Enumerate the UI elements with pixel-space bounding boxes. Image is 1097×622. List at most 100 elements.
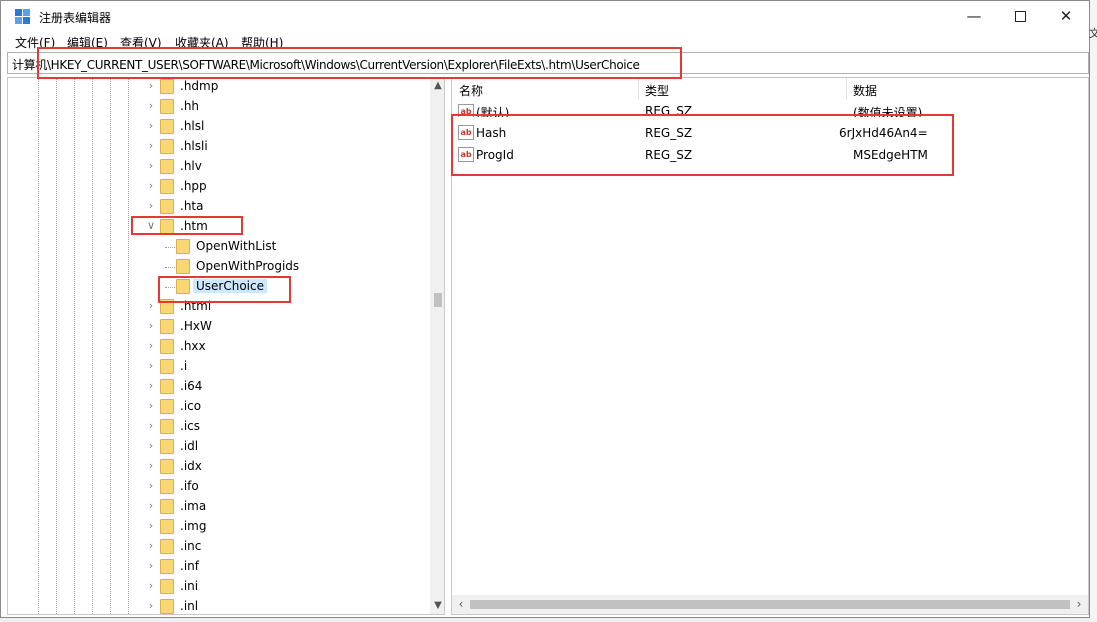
chevron-right-icon[interactable]: ›: [145, 79, 157, 93]
list-horizontal-scrollbar[interactable]: ‹ ›: [452, 595, 1088, 614]
tree-key[interactable]: › .hh: [8, 97, 428, 117]
menu-view[interactable]: 查看(V): [120, 34, 162, 51]
tree-key[interactable]: › .ics: [8, 417, 428, 437]
folder-icon: [160, 559, 174, 574]
tree-key[interactable]: › .ima: [8, 497, 428, 517]
tree-subkey[interactable]: UserChoice: [8, 277, 428, 297]
folder-icon: [160, 119, 174, 134]
value-row-progid[interactable]: ab ProgId REG_SZ MSEdgeHTM: [452, 144, 1088, 166]
column-divider[interactable]: [846, 78, 847, 100]
chevron-right-icon[interactable]: ›: [145, 479, 157, 493]
chevron-right-icon[interactable]: ›: [145, 159, 157, 173]
tree-key[interactable]: › .hta: [8, 197, 428, 217]
tree-key[interactable]: › .idx: [8, 457, 428, 477]
column-header-name[interactable]: 名称: [459, 82, 483, 99]
window-title: 注册表编辑器: [39, 11, 112, 25]
folder-icon: [176, 259, 190, 274]
value-type: REG_SZ: [645, 126, 693, 140]
tree-key[interactable]: › .inl: [8, 597, 428, 614]
chevron-right-icon[interactable]: ›: [145, 339, 157, 353]
scroll-left-icon[interactable]: ‹: [454, 597, 468, 611]
chevron-down-icon[interactable]: ∨: [145, 219, 157, 233]
value-row-default[interactable]: ab (默认) REG_SZ (数值未设置): [452, 101, 1088, 117]
tree-key[interactable]: › .i64: [8, 377, 428, 397]
tree-key-label: .ics: [180, 419, 200, 433]
tree-subkey[interactable]: OpenWithList: [8, 237, 428, 257]
menu-help[interactable]: 帮助(H): [241, 34, 283, 51]
tree-key[interactable]: › .hpp: [8, 177, 428, 197]
chevron-right-icon[interactable]: ›: [145, 519, 157, 533]
chevron-right-icon[interactable]: ›: [145, 399, 157, 413]
chevron-right-icon[interactable]: ›: [145, 179, 157, 193]
value-type: REG_SZ: [645, 148, 693, 162]
close-button[interactable]: ✕: [1043, 1, 1089, 33]
folder-icon: [160, 219, 174, 234]
menu-bar: 文件(F) 编辑(E) 查看(V) 收藏夹(A) 帮助(H): [1, 33, 1089, 51]
tree-key-label: .hdmp: [180, 79, 219, 93]
folder-icon: [160, 179, 174, 194]
tree-key[interactable]: › .i: [8, 357, 428, 377]
tree-key-label: .hlsl: [180, 119, 205, 133]
chevron-right-icon[interactable]: ›: [145, 559, 157, 573]
menu-favorites[interactable]: 收藏夹(A): [175, 34, 229, 51]
tree-key[interactable]: › .inc: [8, 537, 428, 557]
tree-key[interactable]: › .hlsl: [8, 117, 428, 137]
tree-key[interactable]: ∨ .htm: [8, 217, 428, 237]
tree-key[interactable]: › .hxx: [8, 337, 428, 357]
tree-key[interactable]: › .HxW: [8, 317, 428, 337]
folder-icon: [160, 479, 174, 494]
chevron-right-icon[interactable]: ›: [145, 379, 157, 393]
tree-key[interactable]: › .hlsli: [8, 137, 428, 157]
chevron-right-icon[interactable]: ›: [145, 99, 157, 113]
value-name: ProgId: [476, 148, 514, 162]
tree-vertical-scrollbar[interactable]: ▲ ▼: [430, 78, 444, 614]
maximize-button[interactable]: [997, 1, 1043, 33]
value-row-hash[interactable]: ab Hash REG_SZ 6rJxHd46An4=: [452, 122, 1088, 144]
minimize-button[interactable]: —: [951, 1, 997, 33]
chevron-right-icon[interactable]: ›: [145, 319, 157, 333]
chevron-right-icon[interactable]: ›: [145, 299, 157, 313]
tree-key[interactable]: › .img: [8, 517, 428, 537]
tree-key[interactable]: › .hdmp: [8, 78, 428, 97]
tree-key-label: .i64: [180, 379, 203, 393]
maximize-icon: [1014, 11, 1026, 22]
chevron-right-icon[interactable]: ›: [145, 459, 157, 473]
tree-subkey[interactable]: OpenWithProgids: [8, 257, 428, 277]
tree-key-label: .img: [180, 519, 207, 533]
chevron-right-icon[interactable]: ›: [145, 439, 157, 453]
tree-key-label: .inf: [180, 559, 199, 573]
chevron-right-icon[interactable]: ›: [145, 199, 157, 213]
tree-key[interactable]: › .ifo: [8, 477, 428, 497]
scroll-up-icon[interactable]: ▲: [430, 80, 444, 91]
column-header-data[interactable]: 数据: [853, 82, 877, 99]
chevron-right-icon[interactable]: ›: [145, 599, 157, 613]
tree-key[interactable]: › .inf: [8, 557, 428, 577]
tree-key[interactable]: › .hlv: [8, 157, 428, 177]
tree-key[interactable]: › .ico: [8, 397, 428, 417]
menu-edit[interactable]: 编辑(E): [67, 34, 108, 51]
address-bar[interactable]: 计算机\HKEY_CURRENT_USER\SOFTWARE\Microsoft…: [7, 52, 1089, 74]
chevron-right-icon[interactable]: ›: [145, 539, 157, 553]
chevron-right-icon[interactable]: ›: [145, 359, 157, 373]
menu-file[interactable]: 文件(F): [15, 34, 55, 51]
value-data: 6rJxHd46An4=: [839, 126, 928, 140]
chevron-right-icon[interactable]: ›: [145, 119, 157, 133]
chevron-right-icon[interactable]: ›: [145, 419, 157, 433]
chevron-right-icon[interactable]: ›: [145, 139, 157, 153]
folder-icon: [160, 539, 174, 554]
tree-key[interactable]: › .ini: [8, 577, 428, 597]
value-list-pane[interactable]: 名称 类型 数据 ab (默认) REG_SZ (数值未设置) ab Hash …: [451, 77, 1089, 615]
list-scroll-thumb[interactable]: [470, 600, 1070, 609]
key-tree-pane[interactable]: › .hdmp › .hh › .hlsl › .hlsli › .hlv › .hpp › .hta ∨.…: [7, 77, 445, 615]
tree-scroll-thumb[interactable]: [434, 293, 442, 307]
tree-key[interactable]: › .idl: [8, 437, 428, 457]
column-header-type[interactable]: 类型: [645, 82, 669, 99]
chevron-right-icon[interactable]: ›: [145, 499, 157, 513]
tree-key[interactable]: › .html: [8, 297, 428, 317]
column-divider[interactable]: [638, 78, 639, 100]
tree-key-label: .inl: [180, 599, 199, 613]
scroll-down-icon[interactable]: ▼: [430, 600, 444, 611]
address-path: 计算机\HKEY_CURRENT_USER\SOFTWARE\Microsoft…: [12, 58, 640, 72]
scroll-right-icon[interactable]: ›: [1072, 597, 1086, 611]
chevron-right-icon[interactable]: ›: [145, 579, 157, 593]
